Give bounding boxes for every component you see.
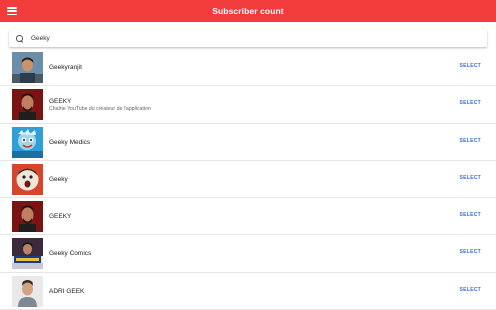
avatar: [12, 126, 43, 158]
channel-name: GEEKY: [49, 97, 72, 105]
list-item[interactable]: Geeky Medics SELECT: [0, 124, 496, 161]
avatar: [12, 238, 43, 270]
list-item[interactable]: Geeky Comics SELECT: [0, 235, 496, 273]
hamburger-menu-icon[interactable]: [6, 5, 18, 17]
select-button[interactable]: SELECT: [459, 212, 481, 218]
avatar: [12, 52, 43, 83]
channel-name: ADRI GEEK: [49, 287, 85, 295]
list-item[interactable]: GEEKY SELECT: [0, 198, 496, 236]
channel-list: Geekyranjit SELECT GEEKY Chaîne YouTube …: [0, 49, 496, 310]
search-bar: [9, 30, 487, 47]
select-button[interactable]: SELECT: [459, 249, 481, 255]
channel-name: Geekyranjit: [49, 64, 82, 71]
avatar: [12, 163, 43, 195]
channel-name: GEEKY: [49, 213, 72, 221]
avatar: [12, 275, 43, 307]
channel-name: Geeky Comics: [49, 250, 92, 258]
select-button[interactable]: SELECT: [459, 100, 481, 106]
search-input[interactable]: [31, 31, 471, 46]
select-button[interactable]: SELECT: [459, 287, 481, 293]
app-bar: Subscriber count: [0, 0, 496, 22]
app-title: Subscriber count: [212, 6, 284, 16]
avatar: [12, 201, 43, 233]
select-button[interactable]: SELECT: [459, 175, 481, 181]
channel-description: Chaîne YouTube du créateur de l'applicat…: [49, 105, 151, 112]
list-item[interactable]: Geekyranjit SELECT: [0, 49, 496, 87]
select-button[interactable]: SELECT: [459, 63, 481, 69]
search-icon: [16, 35, 23, 42]
channel-name: Geeky: [49, 175, 68, 183]
select-button[interactable]: SELECT: [459, 138, 481, 144]
list-item[interactable]: Geeky SELECT: [0, 161, 496, 199]
channel-name: Geeky Medics: [49, 138, 91, 146]
list-item[interactable]: ADRI GEEK SELECT: [0, 273, 496, 310]
list-item[interactable]: GEEKY Chaîne YouTube du créateur de l'ap…: [0, 86, 496, 124]
avatar: [12, 89, 43, 121]
